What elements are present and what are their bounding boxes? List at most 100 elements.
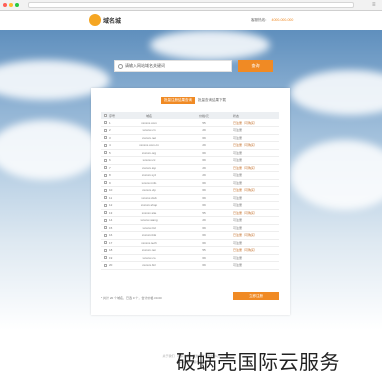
row-checkbox-cell[interactable]: [101, 254, 109, 262]
row-checkbox-cell[interactable]: [101, 216, 109, 225]
row-checkbox[interactable]: [103, 151, 107, 155]
row-checkbox[interactable]: [103, 233, 107, 237]
row-checkbox[interactable]: [103, 211, 107, 215]
row-checkbox[interactable]: [103, 256, 107, 260]
table-row: 2 xxxxxx.cn 29 可注册: [101, 126, 279, 135]
table-row: 1 xxxxxx.com 55 已注册（可购买）: [101, 119, 279, 127]
table-row: 4 xxxxxx.com.cn 29 已注册（可购买）: [101, 141, 279, 150]
row-checkbox[interactable]: [103, 181, 107, 185]
row-checkbox-cell[interactable]: [101, 156, 109, 165]
row-checkbox[interactable]: [103, 136, 107, 140]
row-price: 69: [179, 179, 229, 187]
row-checkbox[interactable]: [103, 158, 107, 162]
row-status: 可注册: [229, 171, 279, 180]
row-status: 可注册: [229, 126, 279, 135]
row-checkbox[interactable]: [103, 241, 107, 245]
row-number: 13: [109, 209, 119, 217]
row-price: 69: [179, 149, 229, 157]
search-input[interactable]: [125, 62, 225, 70]
footer-link[interactable]: 关于我们: [162, 354, 174, 358]
row-domain: xxxxxx.org: [119, 149, 179, 157]
site-logo[interactable]: 域名城: [89, 14, 121, 26]
row-domain: xxxxxx.biz: [119, 261, 179, 270]
row-checkbox[interactable]: [103, 248, 107, 252]
row-domain: xxxxxx.com: [119, 119, 179, 127]
table-row: 14 xxxxxx.wang 29 可注册: [101, 216, 279, 225]
browser-menu-icon[interactable]: ≡: [372, 2, 378, 8]
row-checkbox[interactable]: [103, 263, 107, 267]
row-checkbox[interactable]: [103, 128, 107, 132]
row-checkbox-cell[interactable]: [101, 246, 109, 255]
close-window-icon[interactable]: [3, 3, 7, 7]
table-row: 10 xxxxxx.vip 69 已注册（可购买）: [101, 186, 279, 195]
row-checkbox-cell[interactable]: [101, 141, 109, 150]
row-checkbox-cell[interactable]: [101, 186, 109, 195]
table-row: 15 xxxxxx.ltd 69 可注册: [101, 224, 279, 232]
row-price: 55: [179, 246, 229, 255]
table-row: 18 xxxxxx.ren 55 已注册（可购买）: [101, 246, 279, 255]
row-checkbox[interactable]: [103, 218, 107, 222]
row-checkbox[interactable]: [103, 188, 107, 192]
row-status: 可注册: [229, 239, 279, 247]
select-all-header[interactable]: [101, 112, 109, 119]
row-domain: xxxxxx.net: [119, 134, 179, 142]
row-status: 可注册: [229, 194, 279, 202]
row-price: 69: [179, 261, 229, 270]
row-domain: xxxxxx.link: [119, 231, 179, 240]
table-row: 3 xxxxxx.net 69 可注册: [101, 134, 279, 142]
row-price: 29: [179, 171, 229, 180]
tab-register-results[interactable]: 批量注册结果查询: [161, 97, 195, 104]
row-checkbox-cell[interactable]: [101, 209, 109, 217]
minimize-window-icon[interactable]: [9, 3, 13, 7]
select-all-checkbox[interactable]: [103, 114, 107, 118]
row-checkbox[interactable]: [103, 121, 107, 125]
row-domain: xxxxxx.ltd: [119, 224, 179, 232]
row-checkbox[interactable]: [103, 143, 107, 147]
search-icon: [118, 63, 123, 69]
row-checkbox-cell[interactable]: [101, 119, 109, 127]
row-checkbox-cell[interactable]: [101, 201, 109, 210]
row-domain: xxxxxx.info: [119, 179, 179, 187]
row-checkbox-cell[interactable]: [101, 149, 109, 157]
maximize-window-icon[interactable]: [15, 3, 19, 7]
row-price: 29: [179, 126, 229, 135]
row-number: 20: [109, 261, 119, 270]
cloud-decoration: [150, 30, 270, 60]
row-checkbox-cell[interactable]: [101, 194, 109, 202]
row-checkbox-cell[interactable]: [101, 171, 109, 180]
row-number: 15: [109, 224, 119, 232]
row-checkbox[interactable]: [103, 203, 107, 207]
row-checkbox[interactable]: [103, 173, 107, 177]
tab-download-results[interactable]: 批量查询结果下载: [198, 98, 226, 103]
results-card: 批量注册结果查询 批量查询结果下载 序号 域名 价格/元 状态 1 xxxxxx.…: [91, 88, 290, 315]
row-checkbox-cell[interactable]: [101, 239, 109, 247]
row-checkbox-cell[interactable]: [101, 179, 109, 187]
row-checkbox-cell[interactable]: [101, 164, 109, 172]
row-checkbox-cell[interactable]: [101, 231, 109, 240]
header-contact: 客服热线： 4000-000-000: [251, 18, 293, 23]
row-price: 69: [179, 194, 229, 202]
row-checkbox-cell[interactable]: [101, 261, 109, 270]
row-checkbox[interactable]: [103, 166, 107, 170]
row-checkbox-cell[interactable]: [101, 126, 109, 135]
row-domain: xxxxxx.top: [119, 164, 179, 172]
row-status: 已注册（可购买）: [229, 246, 279, 255]
row-checkbox[interactable]: [103, 226, 107, 230]
row-checkbox[interactable]: [103, 196, 107, 200]
register-button[interactable]: 立即注册: [233, 292, 279, 300]
watermark-text: 破蜗壳国际云服务: [176, 350, 340, 374]
address-bar[interactable]: [28, 2, 354, 8]
row-checkbox-cell[interactable]: [101, 134, 109, 142]
row-domain: xxxxxx.ren: [119, 246, 179, 255]
phone-number[interactable]: 4000-000-000: [272, 18, 294, 23]
search-button[interactable]: 查询: [238, 60, 273, 72]
site-name: 域名城: [103, 18, 122, 25]
browser-chrome: ≡: [0, 0, 382, 11]
row-price: 29: [179, 164, 229, 172]
row-price: 55: [179, 119, 229, 127]
row-domain: xxxxxx.com.cn: [119, 141, 179, 150]
row-checkbox-cell[interactable]: [101, 224, 109, 232]
row-status: 可注册: [229, 149, 279, 157]
table-row: 11 xxxxxx.club 69 可注册: [101, 194, 279, 202]
row-price: 69: [179, 231, 229, 240]
